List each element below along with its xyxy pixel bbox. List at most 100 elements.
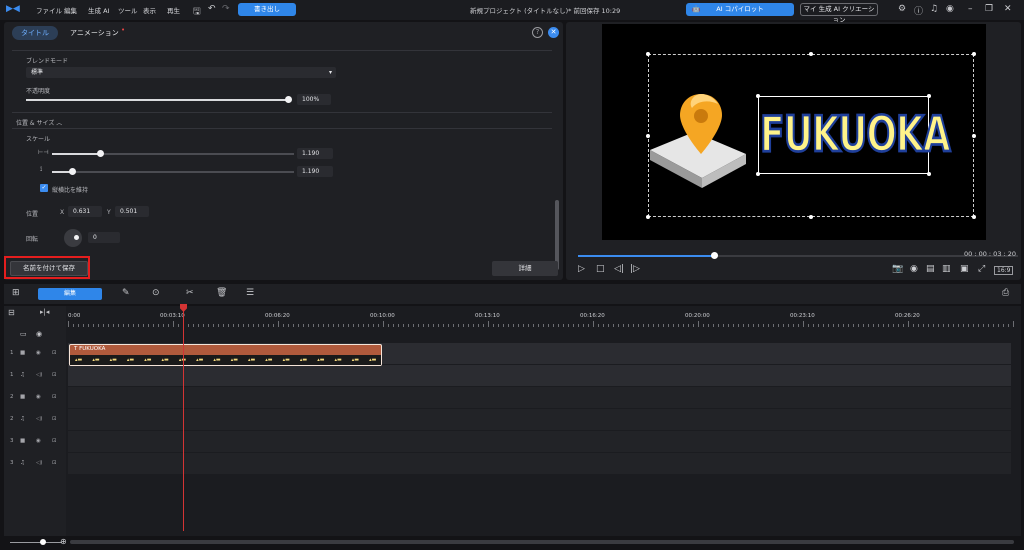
resize-handle[interactable] <box>809 215 813 219</box>
delete-icon[interactable]: 🗑 <box>216 288 227 298</box>
opacity-slider-thumb[interactable] <box>285 96 292 103</box>
zoom-slider[interactable] <box>10 542 62 543</box>
save-icon[interactable]: 🖫 <box>193 4 201 20</box>
help-circle-icon[interactable]: ? <box>532 27 543 38</box>
rotation-knob[interactable] <box>64 229 82 247</box>
speaker-icon[interactable]: ◁) <box>36 460 42 466</box>
next-frame-icon[interactable]: |▷ <box>630 264 640 274</box>
lock-icon[interactable]: ⊡ <box>52 372 57 378</box>
export-button[interactable]: 書き出し <box>238 3 296 16</box>
panel-scrollbar[interactable] <box>555 200 559 270</box>
lock-icon[interactable]: ⊡ <box>52 460 57 466</box>
grid-icon[interactable]: ▥ <box>942 264 951 274</box>
tab-animation[interactable]: アニメーション <box>70 28 119 38</box>
aspect-ratio-badge[interactable]: 16:9 <box>994 266 1014 275</box>
account-icon[interactable]: ◉ <box>946 4 954 14</box>
clip-thumbnail: ▴▬ <box>161 357 169 363</box>
settings-icon[interactable]: ⚙ <box>898 4 906 14</box>
fit-icon[interactable]: ⊟ <box>8 308 15 317</box>
position-x-field[interactable]: 0.631 <box>68 206 102 217</box>
preview-canvas[interactable]: FUKUOKA <box>602 24 986 240</box>
scale-height-field[interactable]: 1.190 <box>297 166 333 177</box>
prev-frame-icon[interactable]: ◁| <box>614 264 624 274</box>
title-clip[interactable]: T FUKUOKA ▴▬ ▴▬ ▴▬ ▴▬ ▴▬ ▴▬ ▴▬ ▴▬ ▴▬ ▴▬ ▴▬ ▴▬ ▴▬ ▴▬ ▴▬… <box>69 344 382 366</box>
menu-tools[interactable]: ツール <box>118 5 138 15</box>
play-icon[interactable]: ▷ <box>578 264 585 274</box>
resize-handle[interactable] <box>972 52 976 56</box>
resize-handle[interactable] <box>972 215 976 219</box>
lock-icon[interactable]: ⊡ <box>52 416 57 422</box>
speaker-icon[interactable]: ◁) <box>36 372 42 378</box>
visibility-icon[interactable]: ◉ <box>36 330 42 338</box>
quality-icon[interactable]: ◉ <box>910 264 918 274</box>
help-icon[interactable]: ⓘ <box>914 4 923 17</box>
opacity-value-field[interactable]: 100% <box>297 94 331 105</box>
timeline-scrollbar[interactable] <box>70 540 1014 544</box>
ai-copilot-button[interactable]: 🤖 AI コパイロット <box>686 3 794 16</box>
lock-icon[interactable]: ⊡ <box>52 394 57 400</box>
resize-handle[interactable] <box>646 215 650 219</box>
minimize-icon[interactable]: – <box>968 4 973 14</box>
zoom-slider-thumb[interactable] <box>40 539 46 545</box>
scale-height-thumb[interactable] <box>69 168 76 175</box>
menu-gen-ai[interactable]: 生成 AI <box>88 5 109 15</box>
resize-handle[interactable] <box>646 52 650 56</box>
stop-icon[interactable]: □ <box>596 264 605 274</box>
playback-thumb[interactable] <box>711 252 718 259</box>
track-lane-audio-2[interactable] <box>68 409 1011 430</box>
timeline-settings-icon[interactable]: ⎙ <box>1002 288 1009 298</box>
ruler-tick <box>763 324 764 327</box>
snapshot-icon[interactable]: 📷 <box>892 264 903 274</box>
save-as-button[interactable]: 名前を付けて保存 <box>10 261 88 276</box>
speaker-icon[interactable]: ◁) <box>36 416 42 422</box>
keep-ratio-checkbox[interactable]: ✓ <box>40 184 48 192</box>
title-text[interactable]: FUKUOKA <box>759 84 952 188</box>
position-y-field[interactable]: 0.501 <box>115 206 149 217</box>
zoom-fit-icon[interactable]: ▸|◂ <box>40 308 49 316</box>
pen-icon[interactable]: ✎ <box>122 288 130 298</box>
eye-icon[interactable]: ◉ <box>36 350 41 356</box>
split-icon[interactable]: ✂ <box>186 288 194 298</box>
track-lane-video-2[interactable] <box>68 387 1011 408</box>
track-lane-audio-1[interactable] <box>68 365 1011 386</box>
resize-handle[interactable] <box>972 134 976 138</box>
scale-height-slider[interactable] <box>52 171 294 173</box>
lock-icon[interactable]: ⊡ <box>52 350 57 356</box>
eye-icon[interactable]: ◉ <box>36 394 41 400</box>
rotation-field[interactable]: 0 <box>88 232 120 243</box>
track-lane-video-3[interactable] <box>68 431 1011 452</box>
close-window-icon[interactable]: ✕ <box>1004 4 1012 14</box>
menu-edit[interactable]: 編集 <box>64 5 77 15</box>
edit-button[interactable]: 編集 <box>38 288 102 300</box>
resize-handle[interactable] <box>809 52 813 56</box>
lock-icon[interactable]: ⊡ <box>52 438 57 444</box>
scale-width-field[interactable]: 1.190 <box>297 148 333 159</box>
export-list-icon[interactable]: ☰ <box>246 288 254 298</box>
menu-play[interactable]: 再生 <box>167 5 180 15</box>
redo-icon[interactable]: ↷ <box>222 4 230 14</box>
menu-view[interactable]: 表示 <box>143 5 156 15</box>
notification-icon[interactable]: ♫ <box>930 4 938 14</box>
image-icon[interactable]: ▣ <box>960 264 969 274</box>
position-size-header[interactable]: 位置 & サイズ ︿ <box>16 118 62 127</box>
tab-title[interactable]: タイトル <box>12 26 58 40</box>
ruler-tick <box>323 324 324 327</box>
timeline-ruler[interactable]: 0:00 00:03:10 00:06:20 00:10:00 00:13:10… <box>68 306 1018 328</box>
scale-width-thumb[interactable] <box>97 150 104 157</box>
menu-file[interactable]: ファイル <box>36 5 62 15</box>
ai-creation-button[interactable]: マイ 生成 AI クリエーション <box>800 3 878 24</box>
track-lane-audio-3[interactable] <box>68 453 1011 474</box>
track-lane[interactable] <box>68 329 1011 341</box>
detail-button[interactable]: 詳細 <box>492 261 558 276</box>
ruler-tick <box>903 324 904 327</box>
fullscreen-icon[interactable]: ⤢ <box>978 264 985 274</box>
timer-icon[interactable]: ⊙ <box>152 288 160 298</box>
subtitle-icon[interactable]: ▤ <box>926 264 935 274</box>
undo-icon[interactable]: ↶ <box>208 4 216 14</box>
restore-icon[interactable]: ❐ <box>985 4 993 14</box>
zoom-in-icon[interactable]: ⊕ <box>60 537 67 546</box>
blend-mode-select[interactable]: 標準 ▾ <box>26 67 336 78</box>
close-panel-icon[interactable]: ✕ <box>548 27 559 38</box>
eye-icon[interactable]: ◉ <box>36 438 41 444</box>
track-manager-icon[interactable]: ⊞ <box>12 288 20 298</box>
